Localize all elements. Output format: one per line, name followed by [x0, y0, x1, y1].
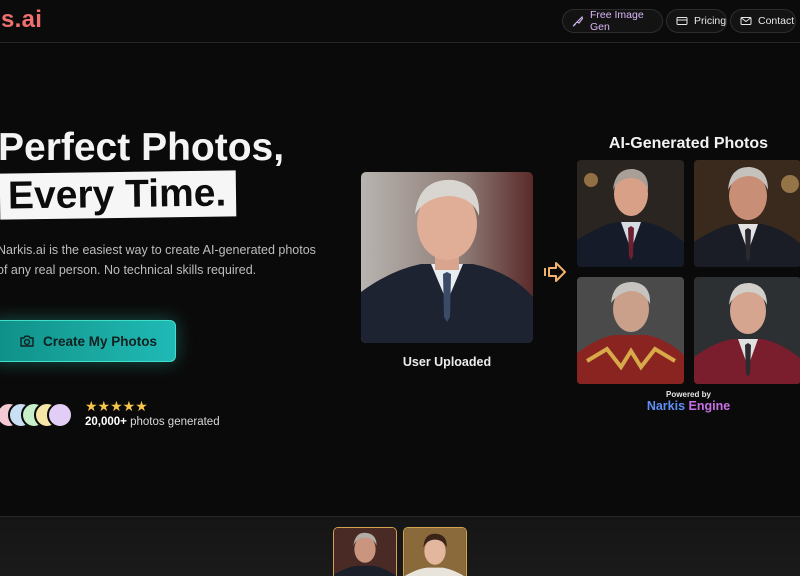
nav-label-contact: Contact: [758, 15, 795, 27]
portrait-image: [694, 160, 800, 267]
portrait-image: [694, 277, 800, 384]
ai-photo-tile: [577, 160, 684, 267]
portrait-image: [577, 160, 684, 267]
gallery-thumbnail[interactable]: [403, 527, 467, 576]
count-suffix: photos generated: [126, 416, 220, 428]
portrait-image: [361, 172, 533, 343]
engine-name-part1: Narkis: [646, 399, 689, 413]
site-logo[interactable]: s.ai: [1, 6, 42, 34]
portrait-image: [577, 277, 684, 384]
nav-contact[interactable]: Contact: [730, 9, 796, 33]
ai-photo-tile: [577, 277, 684, 384]
arrow-right-icon: [544, 262, 566, 282]
gallery-strip: [0, 516, 800, 576]
nav-label-pricing: Pricing: [694, 15, 727, 27]
nav-label-gen: Free Image Gen: [590, 9, 644, 33]
site-header: s.ai Free Image Gen Pricing Contact: [0, 0, 800, 43]
ai-photo-tile: [694, 160, 800, 267]
engine-name-part2: Engine: [688, 399, 731, 413]
avatar-group: [0, 402, 76, 428]
photos-generated-count: 20,000+ photos generated: [85, 416, 220, 428]
mail-icon: [740, 17, 752, 25]
count-number: 20,000+: [85, 416, 127, 428]
create-photos-label: Create My Photos: [43, 333, 158, 349]
powered-by-label: Powered by: [666, 390, 711, 399]
brush-icon: [572, 15, 584, 27]
hero-title-line1: Perfect Photos,: [0, 126, 285, 169]
hero-title-line2: Every Time.: [0, 170, 237, 220]
engine-name: Narkis Engine: [577, 399, 800, 413]
ai-generated-title: AI-Generated Photos: [608, 135, 769, 152]
nav-pricing[interactable]: Pricing: [666, 9, 727, 33]
portrait-image: [404, 528, 466, 576]
camera-icon: [20, 335, 34, 347]
user-uploaded-label: User Uploaded: [402, 355, 492, 369]
rating-stars: ★★★★★: [85, 398, 148, 414]
hero-description: Narkis.ai is the easiest way to create A…: [0, 243, 316, 277]
nav-free-image-gen[interactable]: Free Image Gen: [562, 9, 663, 33]
user-uploaded-photo: [361, 172, 533, 343]
gallery-thumbnail[interactable]: [333, 527, 397, 576]
card-icon: [676, 17, 688, 25]
avatar: [47, 402, 73, 428]
create-photos-button[interactable]: Create My Photos: [0, 320, 176, 362]
ai-photo-tile: [694, 277, 800, 384]
portrait-image: [334, 528, 396, 576]
